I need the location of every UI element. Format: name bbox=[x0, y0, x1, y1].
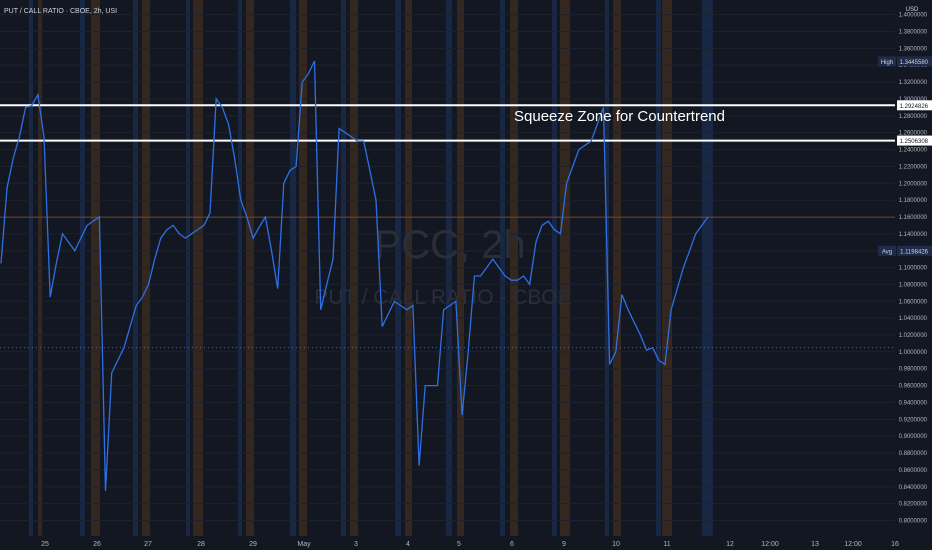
y-tick-label: 0.8200000 bbox=[899, 502, 928, 508]
x-tick-label: 16 bbox=[891, 541, 899, 548]
y-tick-label: 1.1800000 bbox=[899, 198, 928, 204]
y-tick-label: 0.8600000 bbox=[899, 468, 928, 474]
y-tick-label: 0.8800000 bbox=[899, 451, 928, 457]
x-tick-label: 10 bbox=[612, 541, 620, 548]
high-label-text: High bbox=[881, 60, 893, 66]
x-tick-label: 11 bbox=[663, 541, 670, 548]
watermark-name: PUT / CALL RATIO - CBOE bbox=[314, 286, 572, 309]
x-tick-label: 9 bbox=[562, 541, 566, 548]
x-tick-label: 3 bbox=[354, 541, 358, 548]
y-tick-label: 1.0600000 bbox=[899, 299, 928, 305]
avg-label-text: Avg bbox=[882, 249, 892, 255]
chart[interactable]: PCC, 2h PUT / CALL RATIO - CBOE Squeeze … bbox=[0, 0, 932, 550]
x-tick-label: 5 bbox=[457, 541, 461, 548]
x-tick-label: 12 bbox=[726, 541, 734, 548]
x-tick-label: 29 bbox=[249, 541, 257, 548]
x-tick-label: 28 bbox=[197, 541, 205, 548]
y-tick-label: 0.9400000 bbox=[899, 400, 928, 406]
avg-price-text: 1.1198426 bbox=[900, 249, 929, 255]
high-price-text: 1.3445580 bbox=[900, 60, 929, 66]
y-tick-label: 0.9600000 bbox=[899, 384, 928, 390]
x-tick-label: 6 bbox=[510, 541, 514, 548]
annotation-text[interactable]: Squeeze Zone for Countertrend bbox=[514, 108, 725, 125]
x-tick-label: May bbox=[297, 541, 311, 548]
x-tick-label: 26 bbox=[93, 541, 101, 548]
y-tick-label: 1.4000000 bbox=[899, 13, 928, 19]
x-tick-label: 27 bbox=[144, 541, 152, 548]
y-tick-label: 0.8400000 bbox=[899, 485, 928, 491]
level-price-text: 1.2506308 bbox=[900, 139, 929, 145]
y-tick-label: 0.9800000 bbox=[899, 367, 928, 373]
x-tick-label: 12:00 bbox=[844, 541, 862, 548]
y-tick-label: 1.0400000 bbox=[899, 316, 928, 322]
y-tick-label: 1.3600000 bbox=[899, 46, 928, 52]
y-tick-label: 0.9000000 bbox=[899, 434, 928, 440]
y-tick-label: 1.0200000 bbox=[899, 333, 928, 339]
y-tick-label: 1.0000000 bbox=[899, 350, 928, 356]
y-tick-label: 1.1000000 bbox=[899, 266, 928, 272]
x-tick-label: 4 bbox=[406, 541, 410, 548]
level-price-text: 1.2924826 bbox=[900, 104, 929, 110]
y-tick-label: 1.2000000 bbox=[899, 181, 928, 187]
y-tick-label: 1.2800000 bbox=[899, 114, 928, 120]
y-tick-label: 1.1400000 bbox=[899, 232, 928, 238]
y-tick-label: 1.1600000 bbox=[899, 215, 928, 221]
y-tick-label: 1.3800000 bbox=[899, 30, 928, 36]
x-tick-label: 25 bbox=[41, 541, 49, 548]
watermark-symbol: PCC, 2h bbox=[374, 223, 525, 267]
y-tick-label: 1.2200000 bbox=[899, 164, 928, 170]
y-tick-label: 1.2400000 bbox=[899, 148, 928, 154]
y-tick-label: 0.9200000 bbox=[899, 417, 928, 423]
y-tick-label: 0.8000000 bbox=[899, 519, 928, 525]
chart-title: PUT / CALL RATIO · CBOE, 2h, USI bbox=[4, 8, 117, 15]
x-tick-label: 12:00 bbox=[761, 541, 779, 548]
x-tick-label: 13 bbox=[811, 541, 819, 548]
currency-label: USD bbox=[906, 7, 919, 13]
y-tick-label: 1.3200000 bbox=[899, 80, 928, 86]
y-tick-label: 1.0800000 bbox=[899, 282, 928, 288]
